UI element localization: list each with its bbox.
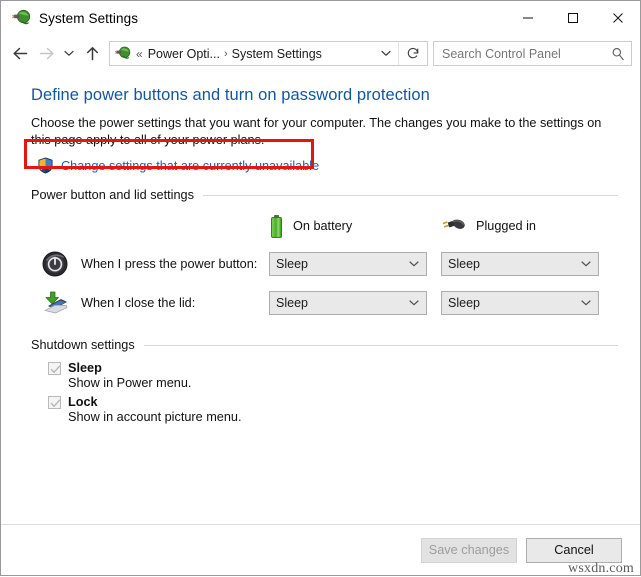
checkbox-row-lock[interactable]: Lock: [48, 395, 618, 409]
change-settings-link[interactable]: Change settings that are currently unava…: [61, 159, 319, 173]
breadcrumb: « Power Opti... › System Settings: [136, 47, 374, 61]
lock-checkbox-label: Lock: [68, 395, 98, 409]
minimize-icon[interactable]: [505, 1, 550, 35]
close-lid-plugged-in-value: Sleep: [448, 295, 480, 310]
shutdown-settings-section: Shutdown settings Sleep Show in Power me…: [31, 338, 618, 424]
forward-arrow-icon: [33, 41, 59, 67]
power-button-row-label-group: When I press the power button:: [31, 250, 269, 278]
power-lid-section-header: Power button and lid settings: [31, 188, 618, 202]
sleep-checkbox-label: Sleep: [68, 361, 102, 375]
power-button-plugged-in-dropdown[interactable]: Sleep: [441, 251, 599, 276]
sleep-description: Show in Power menu.: [68, 376, 192, 390]
close-lid-plugged-cell: Sleep: [441, 290, 613, 315]
battery-icon: [269, 214, 284, 238]
power-button-icon: [41, 250, 69, 278]
content-area: Define power buttons and turn on passwor…: [1, 72, 640, 524]
chevron-down-icon: [581, 260, 591, 267]
breadcrumb-overflow[interactable]: «: [136, 47, 143, 61]
title-bar: System Settings: [1, 1, 640, 35]
chevron-down-icon: [409, 299, 419, 306]
refresh-icon[interactable]: [398, 42, 427, 65]
navigation-bar: « Power Opti... › System Settings: [1, 35, 640, 72]
maximize-icon[interactable]: [550, 1, 595, 35]
cancel-button[interactable]: Cancel: [526, 537, 622, 563]
search-icon: [605, 47, 631, 61]
sleep-checkbox[interactable]: [48, 361, 61, 375]
search-input[interactable]: [434, 45, 605, 62]
power-button-plugged-in-value: Sleep: [448, 256, 480, 271]
search-box[interactable]: [433, 41, 632, 66]
uac-shield-icon: [37, 157, 54, 174]
breadcrumb-item-system-settings[interactable]: System Settings: [232, 47, 322, 61]
address-bar[interactable]: « Power Opti... › System Settings: [109, 41, 428, 66]
close-lid-row-label: When I close the lid:: [81, 295, 196, 310]
power-button-on-battery-dropdown[interactable]: Sleep: [269, 251, 427, 276]
footer-bar: Save changes Cancel wsxdn.com: [1, 525, 640, 576]
power-plug-icon: [441, 216, 467, 236]
lock-checkbox[interactable]: [48, 395, 61, 409]
change-settings-link-row[interactable]: Change settings that are currently unava…: [37, 157, 319, 174]
power-plug-icon: [11, 8, 31, 28]
close-lid-on-battery-value: Sleep: [276, 295, 308, 310]
setting-row-close-lid: When I close the lid: Sleep Sleep: [31, 283, 618, 322]
close-icon[interactable]: [595, 1, 640, 35]
window-controls: [505, 1, 640, 35]
power-button-battery-cell: Sleep: [269, 251, 441, 276]
save-changes-button[interactable]: Save changes: [421, 537, 517, 563]
shutdown-section-header: Shutdown settings: [31, 338, 618, 352]
breadcrumb-item-power-options[interactable]: Power Opti...: [148, 47, 220, 61]
section-divider: [143, 344, 618, 346]
power-button-plugged-cell: Sleep: [441, 251, 613, 276]
close-lid-on-battery-dropdown[interactable]: Sleep: [269, 290, 427, 315]
close-lid-battery-cell: Sleep: [269, 290, 441, 315]
recent-locations-chevron-down-icon[interactable]: [59, 41, 79, 67]
power-button-on-battery-value: Sleep: [276, 256, 308, 271]
checkbox-row-sleep[interactable]: Sleep: [48, 361, 618, 375]
column-on-battery-label: On battery: [293, 219, 353, 233]
shutdown-section-title: Shutdown settings: [31, 338, 135, 352]
power-button-lid-section: Power button and lid settings On battery: [31, 188, 618, 322]
up-arrow-icon[interactable]: [79, 41, 105, 67]
setting-row-power-button: When I press the power button: Sleep Sle…: [31, 244, 618, 283]
chevron-down-icon[interactable]: [374, 50, 398, 57]
back-arrow-icon[interactable]: [7, 41, 33, 67]
system-settings-window: System Settings « Power Opti... › System…: [0, 0, 641, 576]
chevron-down-icon: [409, 260, 419, 267]
chevron-down-icon: [581, 299, 591, 306]
power-lid-section-title: Power button and lid settings: [31, 188, 194, 202]
breadcrumb-separator: ›: [223, 47, 228, 60]
lock-description: Show in account picture menu.: [68, 410, 242, 424]
watermark: wsxdn.com: [568, 561, 634, 576]
section-divider: [202, 194, 618, 196]
column-plugged-in: Plugged in: [441, 216, 613, 236]
column-headers: On battery Plugged in: [31, 212, 618, 240]
column-on-battery: On battery: [269, 214, 441, 238]
page-description: Choose the power settings that you want …: [31, 116, 602, 147]
power-button-row-label: When I press the power button:: [81, 256, 258, 271]
close-lid-plugged-in-dropdown[interactable]: Sleep: [441, 290, 599, 315]
column-plugged-in-label: Plugged in: [476, 219, 536, 233]
close-lid-row-label-group: When I close the lid:: [31, 289, 269, 317]
page-title: Define power buttons and turn on passwor…: [31, 86, 430, 104]
window-title: System Settings: [39, 10, 139, 26]
laptop-lid-icon: [41, 289, 69, 317]
power-plug-icon: [114, 45, 131, 62]
